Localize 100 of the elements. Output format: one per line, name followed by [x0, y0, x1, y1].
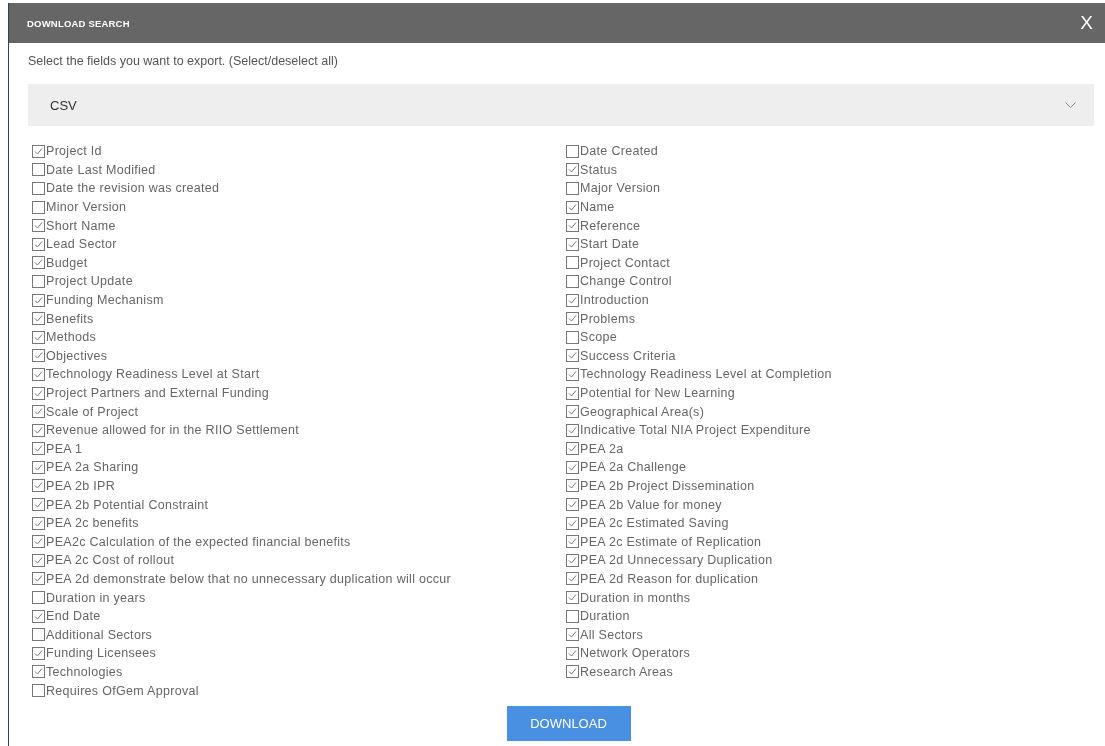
checked-checkbox[interactable] — [32, 535, 45, 549]
checked-checkbox[interactable] — [566, 423, 579, 437]
field-label: Success Criteria — [580, 348, 676, 363]
field-label: Technologies — [46, 664, 123, 679]
download-button[interactable]: DOWNLOAD — [506, 705, 631, 741]
checked-checkbox[interactable] — [32, 219, 45, 233]
checked-checkbox[interactable] — [566, 553, 579, 567]
field-label: Network Operators — [580, 646, 690, 661]
checked-checkbox[interactable] — [32, 256, 45, 270]
checked-checkbox[interactable] — [32, 144, 45, 158]
field-label: Project Id — [46, 144, 102, 159]
checked-checkbox[interactable] — [566, 219, 579, 233]
format-select[interactable]: CSV — [28, 84, 1094, 126]
checkbox[interactable] — [32, 163, 45, 177]
checkbox[interactable] — [566, 144, 579, 158]
checked-checkbox[interactable] — [32, 609, 45, 623]
checked-checkbox[interactable] — [566, 516, 579, 530]
field-label: PEA 2a Challenge — [580, 460, 687, 475]
field-label: Project Contact — [580, 255, 670, 270]
checkbox[interactable] — [566, 330, 579, 344]
checked-checkbox[interactable] — [566, 479, 579, 493]
field-label: Duration in years — [46, 590, 146, 605]
checked-checkbox[interactable] — [566, 312, 579, 326]
checked-checkbox[interactable] — [566, 200, 579, 214]
checked-checkbox[interactable] — [566, 665, 579, 679]
checkbox[interactable] — [566, 609, 579, 623]
checked-checkbox[interactable] — [32, 386, 45, 400]
checked-checkbox[interactable] — [566, 163, 579, 177]
checkbox[interactable] — [566, 182, 579, 195]
field-label: Short Name — [46, 218, 116, 233]
checkbox[interactable] — [566, 256, 579, 270]
checked-checkbox[interactable] — [566, 591, 579, 605]
checked-checkbox[interactable] — [32, 442, 45, 456]
field-label: Project Partners and External Funding — [46, 386, 270, 400]
checked-checkbox[interactable] — [32, 460, 45, 474]
field-label: Introduction — [580, 293, 649, 308]
chevron-down-icon — [1065, 101, 1076, 109]
checked-checkbox[interactable] — [566, 237, 579, 251]
checked-checkbox[interactable] — [32, 367, 45, 381]
field-label: Date Last Modified — [46, 162, 156, 177]
field-label: PEA 2d Reason for duplication — [580, 571, 759, 586]
field-label: Objectives — [46, 348, 108, 363]
checked-checkbox[interactable] — [566, 460, 579, 474]
field-label: Methods — [46, 330, 97, 345]
checked-checkbox[interactable] — [32, 665, 45, 679]
field-label: Revenue allowed for in the RIIO Settlement — [46, 423, 299, 438]
checked-checkbox[interactable] — [566, 367, 579, 381]
checked-checkbox[interactable] — [32, 423, 45, 437]
field-label: PEA 2d Unnecessary Duplication — [580, 553, 773, 568]
checkbox[interactable] — [32, 182, 45, 195]
checked-checkbox[interactable] — [566, 349, 579, 363]
checked-checkbox[interactable] — [32, 479, 45, 493]
checkbox[interactable] — [32, 684, 45, 697]
checkbox[interactable] — [32, 200, 45, 214]
field-label: Technology Readiness Level at Completion — [580, 367, 832, 382]
checked-checkbox[interactable] — [32, 293, 45, 307]
field-label: Funding Licensees — [46, 646, 157, 661]
field-label: End Date — [46, 609, 101, 624]
checked-checkbox[interactable] — [32, 312, 45, 326]
instruction-text: Select the fields you want to export. (Select/deselect all) — [28, 53, 339, 69]
checked-checkbox[interactable] — [566, 386, 579, 400]
checked-checkbox[interactable] — [566, 628, 579, 642]
checked-checkbox[interactable] — [32, 553, 45, 567]
checked-checkbox[interactable] — [32, 646, 45, 660]
field-label: Scope — [580, 330, 617, 345]
field-label: Additional Sectors — [46, 627, 153, 642]
field-label: Budget — [46, 255, 88, 270]
checked-checkbox[interactable] — [566, 498, 579, 512]
field-label: PEA 2a Sharing — [46, 460, 139, 475]
checked-checkbox[interactable] — [566, 405, 579, 419]
checked-checkbox[interactable] — [32, 237, 45, 251]
checked-checkbox[interactable] — [566, 442, 579, 456]
field-label: PEA 2b IPR — [46, 479, 115, 493]
checked-checkbox[interactable] — [32, 330, 45, 344]
checked-checkbox[interactable] — [566, 646, 579, 660]
field-label: PEA 1 — [46, 441, 83, 456]
checked-checkbox[interactable] — [566, 293, 579, 307]
checkbox[interactable] — [32, 274, 45, 288]
checkbox[interactable] — [32, 591, 45, 605]
field-label: Technology Readiness Level at Start — [46, 367, 260, 382]
field-label: PEA 2c Estimated Saving — [580, 516, 729, 531]
checked-checkbox[interactable] — [32, 498, 45, 512]
checked-checkbox[interactable] — [566, 535, 579, 549]
checkbox[interactable] — [566, 274, 579, 288]
field-label: Duration — [580, 609, 630, 624]
field-label: Geographical Area(s) — [580, 404, 705, 419]
field-label: PEA 2a — [580, 441, 624, 456]
field-label: Indicative Total NIA Project Expenditure — [580, 423, 811, 438]
checked-checkbox[interactable] — [32, 572, 45, 586]
checked-checkbox[interactable] — [32, 516, 45, 530]
field-label: Lead Sector — [46, 237, 117, 252]
checked-checkbox[interactable] — [32, 405, 45, 419]
dialog-title: DOWNLOAD SEARCH — [27, 17, 130, 29]
field-label: Potential for New Learning — [580, 386, 736, 400]
checked-checkbox[interactable] — [566, 572, 579, 586]
field-label: Funding Mechanism — [46, 293, 164, 308]
checkbox[interactable] — [32, 628, 45, 642]
checked-checkbox[interactable] — [32, 349, 45, 363]
field-label: All Sectors — [580, 627, 644, 642]
close-button[interactable]: X — [1080, 12, 1093, 34]
